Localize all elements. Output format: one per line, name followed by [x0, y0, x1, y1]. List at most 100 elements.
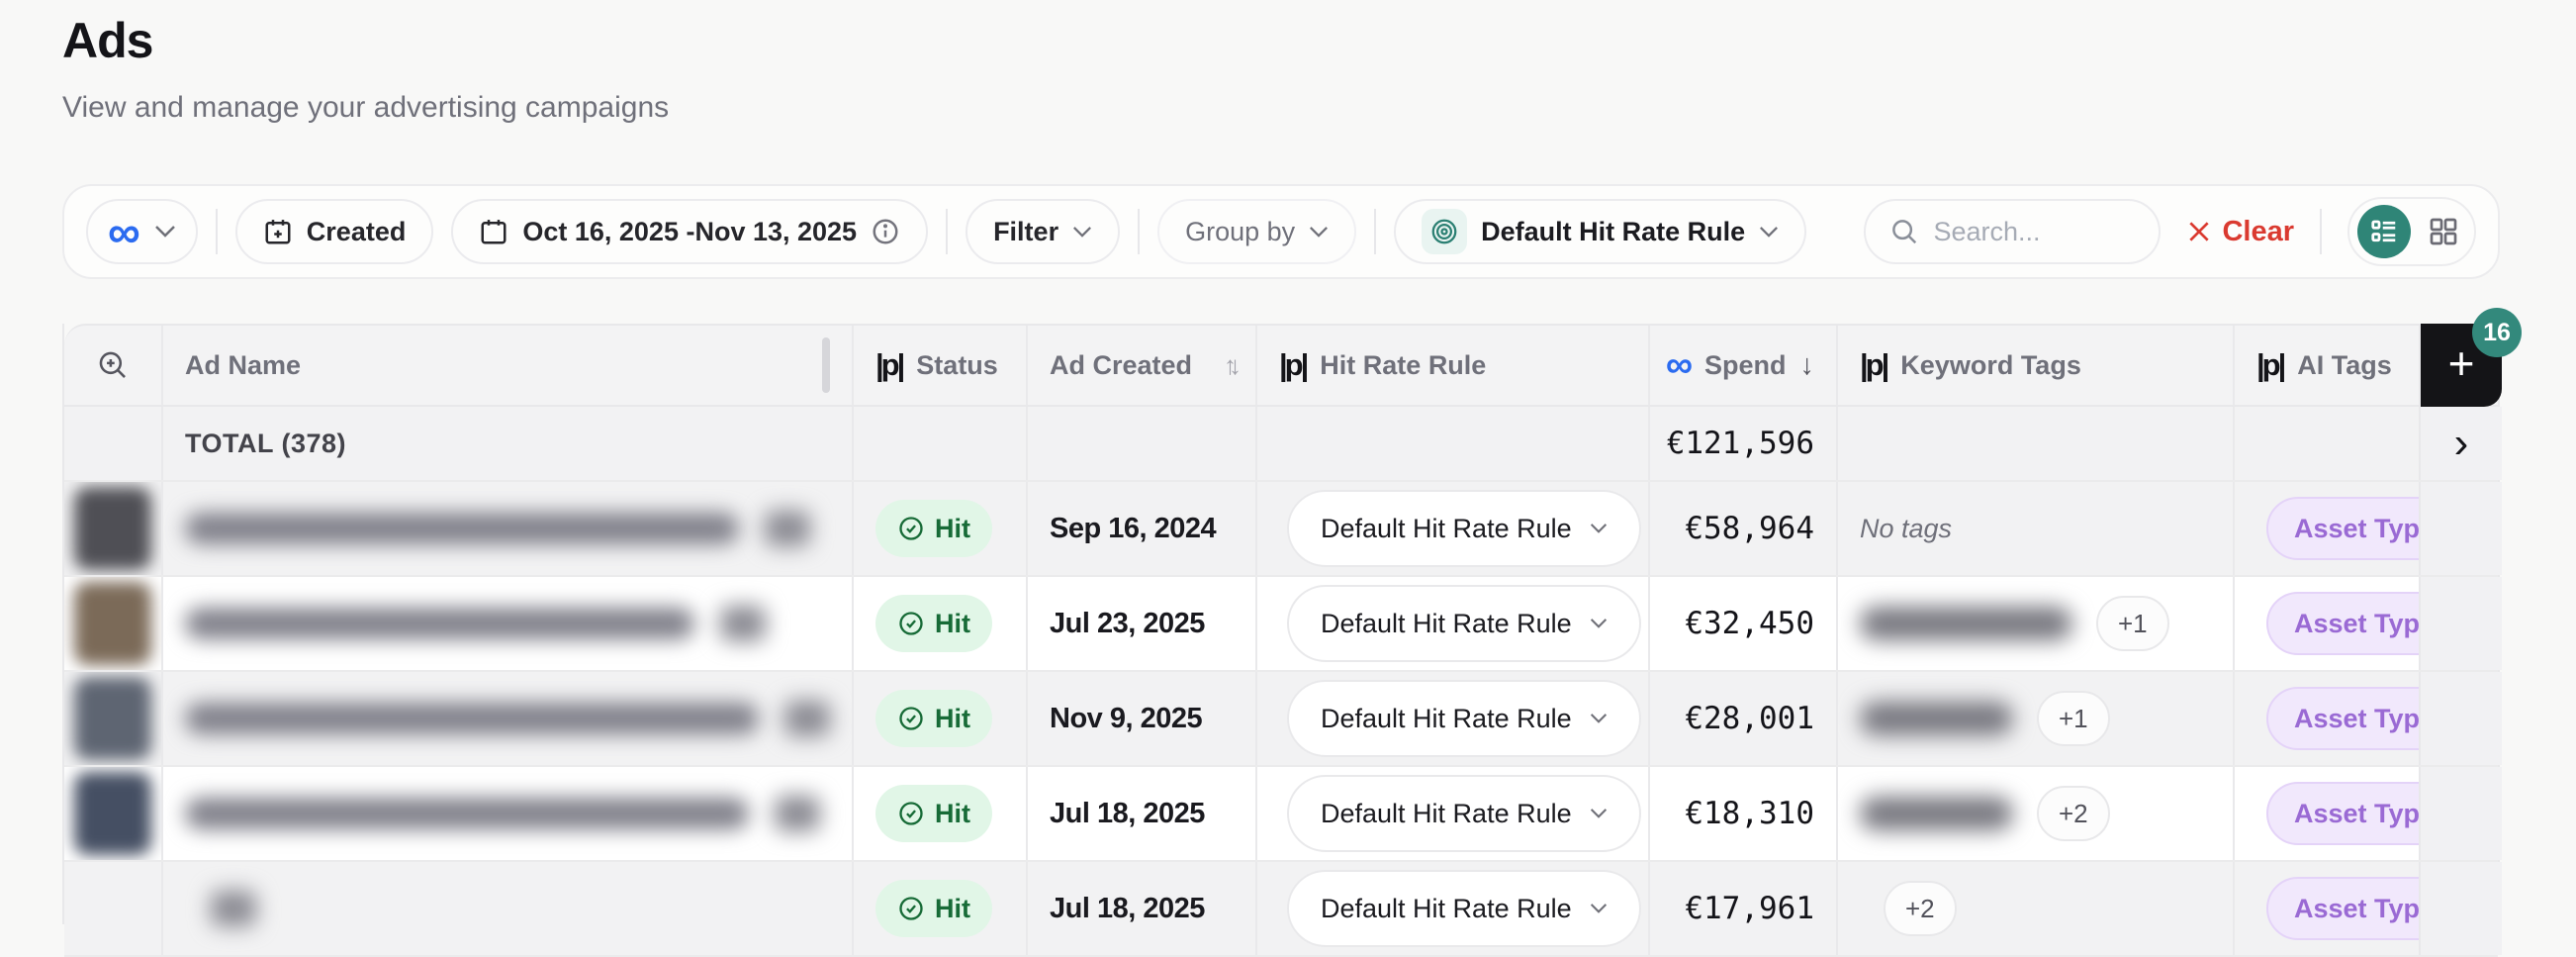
hit-rate-rule-select[interactable]: Default Hit Rate Rule: [1394, 199, 1806, 264]
clear-filters-button[interactable]: Clear: [2186, 216, 2294, 248]
column-header-ai-tags[interactable]: |p| AI Tags: [2235, 326, 2421, 405]
spend-value: €28,001: [1685, 701, 1814, 736]
chevron-down-icon: [1309, 226, 1329, 239]
zoom-column-header[interactable]: [64, 326, 163, 405]
info-icon: [871, 217, 900, 246]
column-header-hit-rate-rule[interactable]: |p| Hit Rate Rule: [1257, 326, 1650, 405]
toolbar-divider: [216, 209, 218, 254]
grid-view-button[interactable]: [2421, 209, 2466, 254]
list-view-icon: [2369, 217, 2399, 246]
toolbar-divider: [1374, 209, 1376, 254]
ad-created-date: Sep 16, 2024: [1050, 513, 1216, 545]
column-header-ad-created[interactable]: Ad Created ↑↓: [1028, 326, 1257, 405]
search-box[interactable]: [1864, 199, 2161, 264]
check-circle-icon: [897, 515, 925, 542]
ad-thumbnail: [74, 772, 151, 855]
chevron-down-icon: [154, 225, 176, 239]
filter-button[interactable]: Filter: [966, 199, 1120, 264]
ai-tag-pill: Asset Type:St: [2266, 877, 2421, 940]
zoom-in-icon: [96, 348, 130, 382]
hit-rate-rule-select[interactable]: Default Hit Rate Rule: [1287, 680, 1641, 757]
ad-name-redacted: [775, 796, 820, 831]
group-by-button[interactable]: Group by: [1157, 199, 1356, 264]
keyword-tag-redacted: [1860, 607, 2072, 640]
ad-name-redacted: [185, 608, 694, 639]
column-header-keyword-tags[interactable]: |p| Keyword Tags: [1838, 326, 2235, 405]
total-spend: €121,596: [1667, 426, 1814, 461]
close-icon: [2186, 219, 2212, 244]
hit-rate-rule-select[interactable]: Default Hit Rate Rule: [1287, 775, 1641, 852]
table-row[interactable]: Hit Sep 16, 2024 Default Hit Rate Rule €…: [64, 482, 2498, 577]
filter-label: Filter: [993, 217, 1058, 247]
table-header-row: Ad Name |p| Status Ad Created ↑↓ |p| Hit…: [64, 324, 2498, 407]
date-range-button[interactable]: Oct 16, 2025 -Nov 13, 2025: [451, 199, 928, 264]
column-resize-handle[interactable]: [822, 337, 830, 393]
table-row[interactable]: Hit Jul 23, 2025 Default Hit Rate Rule €…: [64, 577, 2498, 672]
ad-name-redacted: [211, 891, 256, 926]
toolbar-divider: [1138, 209, 1140, 254]
ad-created-date: Jul 23, 2025: [1050, 608, 1205, 640]
toolbar: ∞ Created Oct 16, 2025 -Nov 13, 2025 Fil…: [62, 184, 2500, 279]
plus-icon: +: [2448, 340, 2475, 386]
keyword-tags-more-badge[interactable]: +2: [1884, 881, 1957, 936]
status-badge: Hit: [875, 595, 992, 652]
ad-thumbnail: [74, 582, 151, 665]
check-circle-icon: [897, 800, 925, 827]
ai-tag-pill: Asset Type:Cr: [2266, 687, 2421, 750]
ad-name-redacted: [185, 513, 739, 544]
created-filter-button[interactable]: Created: [235, 199, 434, 264]
spend-value: €32,450: [1685, 606, 1814, 641]
ad-name-redacted: [185, 703, 759, 734]
chevron-right-icon[interactable]: ›: [2454, 422, 2469, 465]
sort-icon[interactable]: ↑↓: [1224, 350, 1234, 381]
hit-rate-rule-label: Default Hit Rate Rule: [1481, 217, 1745, 247]
page-subtitle: View and manage your advertising campaig…: [62, 91, 669, 125]
table-row[interactable]: Hit Nov 9, 2025 Default Hit Rate Rule €2…: [64, 672, 2498, 767]
table-row[interactable]: Hit Jul 18, 2025 Default Hit Rate Rule €…: [64, 767, 2498, 862]
ad-name-redacted: [765, 511, 810, 546]
column-header-status[interactable]: |p| Status: [854, 326, 1028, 405]
sort-desc-icon[interactable]: ↓: [1800, 349, 1815, 382]
spend-value: €58,964: [1685, 511, 1814, 546]
keyword-tags-empty: No tags: [1860, 514, 1952, 544]
toolbar-divider: [2320, 209, 2322, 254]
spend-value: €17,961: [1685, 891, 1814, 926]
target-icon: [1422, 209, 1467, 254]
keyword-tags-more-badge[interactable]: +2: [2037, 786, 2110, 841]
total-label: TOTAL (378): [185, 429, 346, 459]
chevron-down-icon: [1590, 523, 1608, 534]
chevron-down-icon: [1590, 808, 1608, 819]
hit-rate-rule-select[interactable]: Default Hit Rate Rule: [1287, 870, 1641, 947]
ad-created-date: Jul 18, 2025: [1050, 893, 1205, 925]
toolbar-divider: [946, 209, 948, 254]
search-input[interactable]: [1933, 217, 2111, 247]
calendar-icon: [479, 217, 508, 246]
status-badge: Hit: [875, 785, 992, 842]
column-header-ad-name[interactable]: Ad Name: [163, 326, 854, 405]
add-column-button[interactable]: + 16: [2421, 324, 2502, 407]
status-badge: Hit: [875, 500, 992, 557]
hit-rate-rule-select[interactable]: Default Hit Rate Rule: [1287, 585, 1641, 662]
ad-thumbnail: [74, 677, 151, 760]
add-column-count-badge: 16: [2472, 308, 2522, 357]
platform-select-button[interactable]: ∞: [86, 199, 198, 264]
keyword-tags-more-badge[interactable]: +1: [2096, 596, 2169, 651]
date-range-label: Oct 16, 2025 -Nov 13, 2025: [522, 217, 857, 247]
clear-label: Clear: [2222, 216, 2294, 248]
keyword-tags-more-badge[interactable]: +1: [2037, 691, 2110, 746]
table-row[interactable]: Hit Jul 18, 2025 Default Hit Rate Rule €…: [64, 862, 2498, 957]
hit-rate-rule-select[interactable]: Default Hit Rate Rule: [1287, 490, 1641, 567]
list-view-button[interactable]: [2357, 205, 2411, 258]
chevron-down-icon: [1759, 226, 1779, 239]
ad-created-date: Nov 9, 2025: [1050, 703, 1202, 735]
column-header-spend[interactable]: ∞ Spend ↓: [1650, 326, 1838, 405]
group-by-label: Group by: [1185, 217, 1295, 247]
table-total-row: TOTAL (378) €121,596 ›: [64, 407, 2498, 482]
calendar-plus-icon: [263, 217, 293, 246]
ad-name-redacted: [720, 606, 766, 641]
ad-name-redacted: [784, 701, 830, 736]
field-type-icon: |p|: [2256, 347, 2283, 383]
created-label: Created: [307, 217, 407, 247]
search-icon: [1889, 217, 1919, 246]
status-badge: Hit: [875, 880, 992, 937]
